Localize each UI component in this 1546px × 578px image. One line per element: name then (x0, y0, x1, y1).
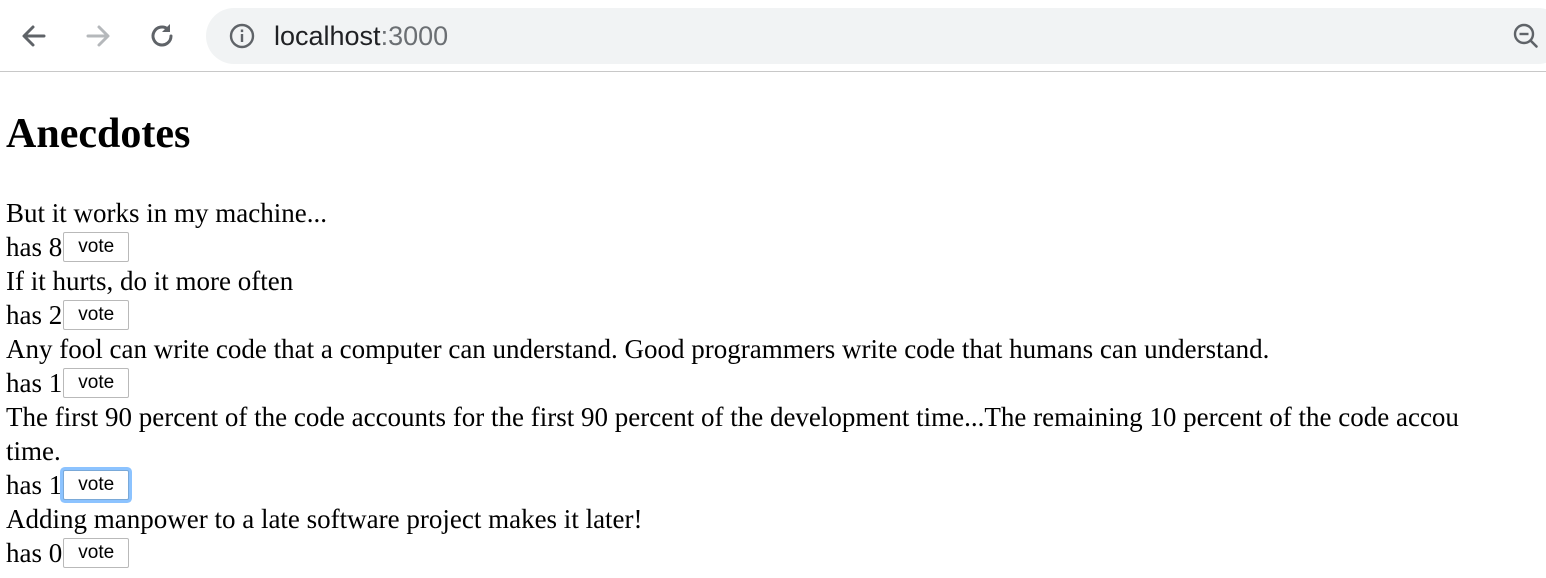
vote-count: 8 (48, 232, 63, 262)
vote-button[interactable]: vote (63, 300, 130, 330)
url-port: :3000 (380, 21, 449, 51)
vote-count: 1 (48, 470, 63, 500)
votes-prefix: has (6, 232, 42, 262)
vote-row: has 1 vote (6, 468, 1546, 502)
page-title: Anecdotes (6, 111, 191, 157)
forward-arrow-icon (86, 25, 110, 47)
vote-button[interactable]: vote (63, 538, 130, 568)
vote-button[interactable]: vote (63, 368, 130, 398)
forward-button[interactable] (80, 18, 116, 54)
zoom-icon[interactable] (1512, 22, 1540, 50)
back-arrow-icon (22, 25, 46, 47)
info-icon[interactable] (228, 22, 256, 50)
url-text[interactable]: localhost:3000 (274, 20, 448, 52)
vote-count: 2 (48, 300, 63, 330)
reload-button[interactable] (144, 18, 180, 54)
address-bar[interactable]: localhost:3000 (206, 8, 1546, 64)
vote-count: 0 (48, 538, 63, 568)
back-button[interactable] (16, 18, 52, 54)
anecdote-item: Any fool can write code that a computer … (6, 332, 1546, 400)
votes-prefix: has (6, 368, 42, 398)
anecdote-content-continued: time. (6, 436, 61, 466)
anecdote-item: Adding manpower to a late software proje… (6, 502, 1546, 570)
anecdote-content: The first 90 percent of the code account… (6, 402, 1459, 432)
anecdote-content: Any fool can write code that a computer … (6, 334, 1270, 364)
anecdote-content: Adding manpower to a late software proje… (6, 504, 643, 534)
anecdote-list: But it works in my machine... has 8 vote If… (6, 196, 1546, 570)
vote-button[interactable]: vote (63, 232, 130, 262)
vote-count: 1 (48, 368, 63, 398)
votes-prefix: has (6, 470, 42, 500)
url-host: localhost (274, 21, 381, 51)
browser-toolbar: localhost:3000 (0, 0, 1546, 72)
anecdote-item: If it hurts, do it more often has 2 vote (6, 264, 1546, 332)
anecdote-content: But it works in my machine... (6, 198, 327, 228)
vote-button[interactable]: vote (63, 470, 130, 500)
votes-prefix: has (6, 300, 42, 330)
reload-icon (151, 24, 173, 47)
anecdote-item: The first 90 percent of the code account… (6, 400, 1546, 502)
anecdote-item: But it works in my machine... has 8 vote (6, 196, 1546, 264)
vote-row: has 1 vote (6, 366, 1546, 400)
votes-prefix: has (6, 538, 42, 568)
vote-row: has 8 vote (6, 230, 1546, 264)
vote-row: has 0 vote (6, 536, 1546, 570)
anecdote-content: If it hurts, do it more often (6, 266, 294, 296)
vote-row: has 2 vote (6, 298, 1546, 332)
